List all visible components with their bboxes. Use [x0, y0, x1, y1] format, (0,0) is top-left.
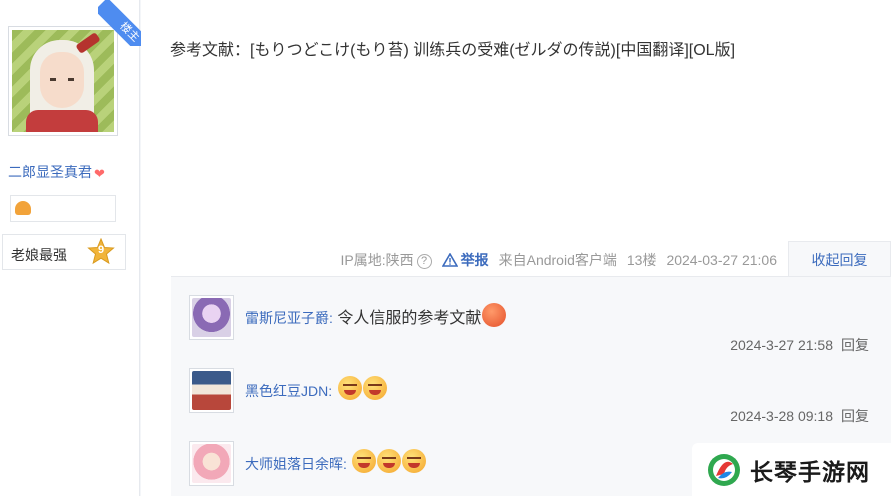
report-label: 举报: [460, 252, 489, 268]
level-number: 9: [97, 244, 105, 256]
angry-face-emoji-icon: [337, 376, 362, 400]
owner-badge: 楼主: [98, 0, 144, 46]
reply-meta: 2024-3-27 21:58 回复: [730, 335, 869, 355]
reply-text: 令人信服的参考文献: [337, 310, 482, 327]
reply-avatar[interactable]: [189, 295, 234, 340]
reply-button[interactable]: 回复: [841, 337, 869, 353]
reply-body: 大师姐落日余晖:: [245, 449, 427, 474]
reply-separator: :: [328, 383, 333, 399]
angry-face-emoji-icon: [362, 376, 387, 400]
floor-number: 13楼: [626, 252, 657, 268]
ip-location: IP属地:陕西?: [340, 250, 432, 270]
warning-icon: [441, 253, 458, 267]
ip-location-text: IP属地:陕西: [340, 252, 414, 268]
report-button[interactable]: 举报: [441, 250, 489, 270]
user-sidebar: 楼主 二郎显圣真君 ❤ 老娘最强 9: [0, 0, 144, 496]
reply-body: 黑色红豆JDN:: [245, 376, 387, 401]
fire-medal-icon: [15, 201, 31, 215]
watermark-text: 长琴手游网: [750, 458, 870, 485]
orange-face-emoji-icon: [482, 303, 507, 327]
owner-badge-label: 楼主: [98, 0, 144, 46]
collapse-replies-button[interactable]: 收起回复: [788, 241, 891, 277]
username-text: 二郎显圣真君: [8, 164, 92, 180]
level-badge[interactable]: 老娘最强 9: [2, 234, 126, 270]
reply-time: 2024-3-28 09:18: [730, 408, 833, 424]
angry-face-emoji-icon: [377, 449, 402, 473]
reply-avatar[interactable]: [189, 441, 234, 486]
post-meta-bar: IP属地:陕西? 举报 来自Android客户端 13楼 2024-03-27 …: [340, 250, 777, 270]
post-time: 2024-03-27 21:06: [666, 252, 777, 268]
reply-username[interactable]: 大师姐落日余晖: [245, 456, 343, 472]
post-source: 来自Android客户端: [498, 252, 617, 268]
reply-time: 2024-3-27 21:58: [730, 337, 833, 353]
post-body: 参考文献：[もりつどこけ(もり苔) 训练兵の受难(ゼルダの传説)[中国翻译][O…: [170, 42, 736, 59]
reply-separator: :: [329, 310, 333, 326]
level-name: 老娘最强: [11, 247, 67, 263]
reply-item: 雷斯尼亚子爵: 令人信服的参考文献 2024-3-27 21:58 回复: [189, 295, 869, 365]
angry-face-emoji-icon: [352, 449, 377, 473]
reply-username[interactable]: 雷斯尼亚子爵: [245, 310, 329, 326]
reply-button[interactable]: 回复: [841, 408, 869, 424]
watermark-logo-icon: [708, 453, 740, 486]
reply-item: 黑色红豆JDN: 2024-3-28 09:18 回复: [189, 368, 869, 438]
heart-icon: ❤: [94, 166, 105, 181]
reply-meta: 2024-3-28 09:18 回复: [730, 406, 869, 426]
reply-separator: :: [343, 456, 347, 472]
angry-face-emoji-icon: [402, 449, 427, 473]
level-star-icon: 9: [87, 237, 115, 266]
medal-box[interactable]: [10, 195, 116, 222]
post-content-area: 参考文献：[もりつどこけ(もり苔) 训练兵の受难(ゼルダの传説)[中国翻译][O…: [141, 0, 891, 496]
username-link[interactable]: 二郎显圣真君 ❤: [8, 162, 108, 182]
site-watermark: 长琴手游网: [692, 443, 891, 496]
reply-username[interactable]: 黑色红豆JDN: [245, 383, 328, 399]
reply-avatar[interactable]: [189, 368, 234, 413]
reply-body: 雷斯尼亚子爵: 令人信服的参考文献: [245, 303, 507, 328]
help-icon[interactable]: ?: [416, 254, 432, 269]
